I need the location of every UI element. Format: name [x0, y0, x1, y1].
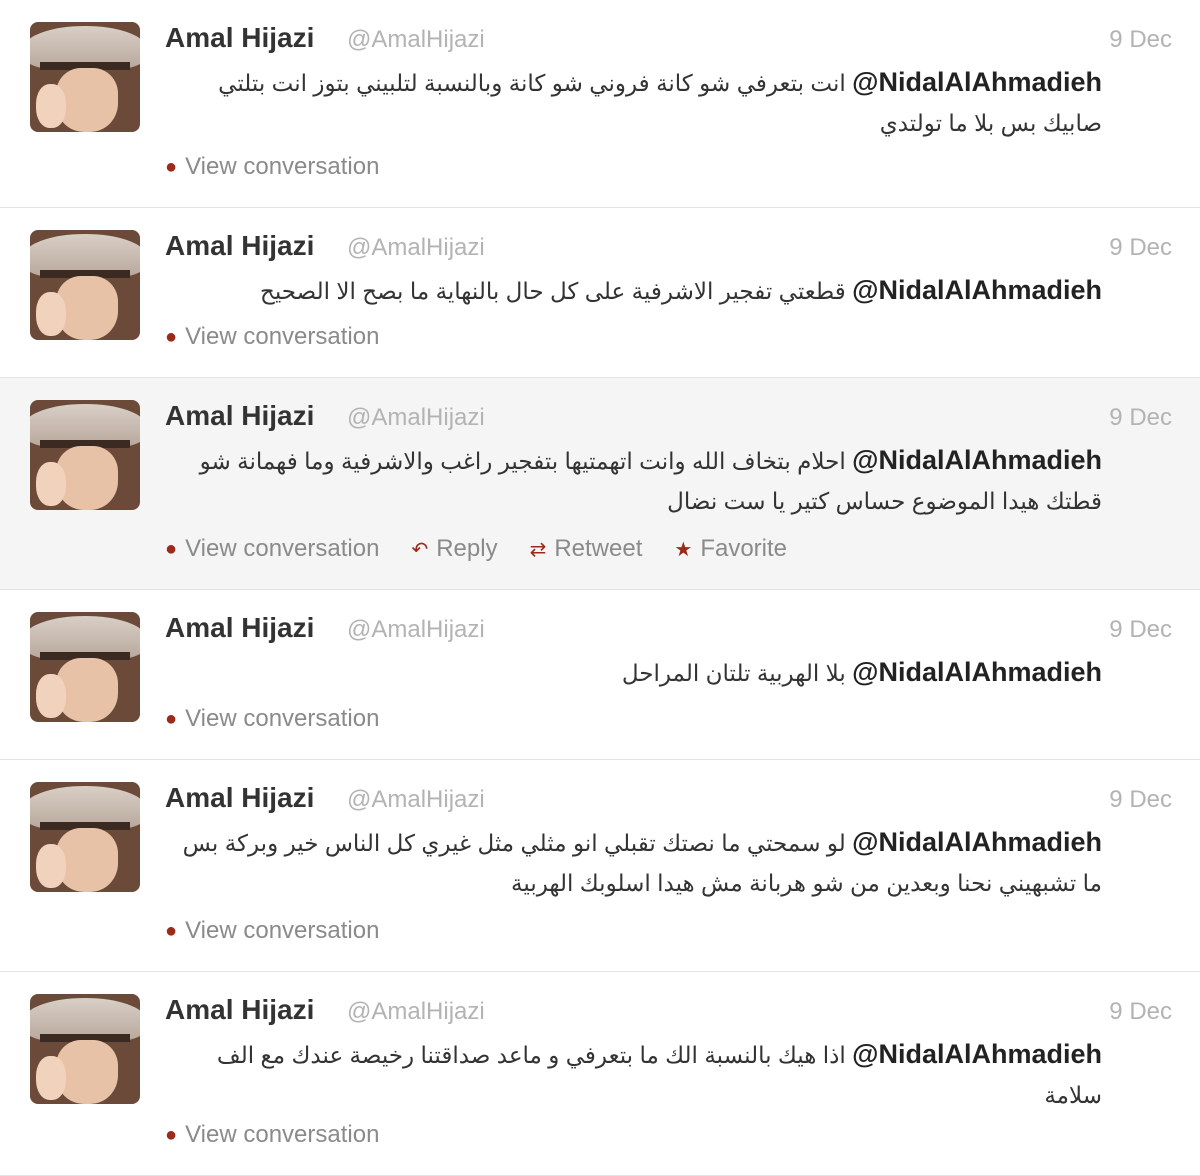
tweet-actions: ● View conversation	[165, 153, 411, 181]
retweet-action[interactable]: ⇄ Retweet	[530, 535, 643, 563]
mention-link[interactable]: @NidalAlAhmadieh	[852, 1039, 1102, 1069]
avatar[interactable]	[30, 400, 140, 510]
tweet-timestamp[interactable]: 9 Dec	[1109, 26, 1172, 54]
tweet-timestamp[interactable]: 9 Dec	[1109, 234, 1172, 262]
tweet-timestamp[interactable]: 9 Dec	[1109, 998, 1172, 1026]
avatar[interactable]	[30, 22, 140, 132]
tweet[interactable]: Amal Hijazi @AmalHijazi 9 Dec @NidalAlAh…	[0, 208, 1200, 378]
star-icon: ★	[674, 538, 693, 561]
user-handle[interactable]: @AmalHijazi	[347, 998, 485, 1026]
view-conversation-action[interactable]: ● View conversation	[165, 917, 379, 945]
avatar[interactable]	[30, 994, 140, 1104]
tweet-text: @NidalAlAhmadieh قطعتي تفجير الاشرفية عل…	[165, 270, 1102, 311]
mention-link[interactable]: @NidalAlAhmadieh	[852, 67, 1102, 97]
tweet[interactable]: Amal Hijazi @AmalHijazi 9 Dec @NidalAlAh…	[0, 0, 1200, 208]
reply-arrow-icon: ↶	[411, 538, 429, 561]
tweet[interactable]: Amal Hijazi @AmalHijazi 9 Dec @NidalAlAh…	[0, 378, 1200, 590]
avatar[interactable]	[30, 782, 140, 892]
user-handle[interactable]: @AmalHijazi	[347, 234, 485, 262]
tweet-text: @NidalAlAhmadieh بلا الهربية تلتان المرا…	[165, 652, 1102, 693]
mention-link[interactable]: @NidalAlAhmadieh	[852, 657, 1102, 687]
tweet-timestamp[interactable]: 9 Dec	[1109, 786, 1172, 814]
action-label: View conversation	[185, 705, 380, 732]
tweet[interactable]: Amal Hijazi @AmalHijazi 9 Dec @NidalAlAh…	[0, 972, 1200, 1176]
view-conversation-action[interactable]: ● View conversation	[165, 705, 379, 733]
user-name[interactable]: Amal Hijazi	[165, 782, 314, 814]
speech-bubble-icon: ●	[165, 325, 178, 348]
avatar[interactable]	[30, 230, 140, 340]
tweet-body: بلا الهربية تلتان المراحل	[621, 660, 846, 686]
user-handle[interactable]: @AmalHijazi	[347, 404, 485, 432]
user-handle[interactable]: @AmalHijazi	[347, 616, 485, 644]
user-name[interactable]: Amal Hijazi	[165, 22, 314, 54]
speech-bubble-icon: ●	[165, 155, 178, 178]
avatar[interactable]	[30, 612, 140, 722]
tweet-text: @NidalAlAhmadieh لو سمحتي ما نصتك تقبلي …	[165, 822, 1102, 903]
user-name[interactable]: Amal Hijazi	[165, 400, 314, 432]
user-name[interactable]: Amal Hijazi	[165, 612, 314, 644]
user-name[interactable]: Amal Hijazi	[165, 994, 314, 1026]
view-conversation-action[interactable]: ● View conversation	[165, 323, 379, 351]
view-conversation-action[interactable]: ● View conversation	[165, 1121, 379, 1149]
speech-bubble-icon: ●	[165, 919, 178, 942]
tweet-actions: ● View conversation	[165, 1121, 411, 1149]
tweet-actions: ● View conversation	[165, 917, 411, 945]
tweet-timestamp[interactable]: 9 Dec	[1109, 616, 1172, 644]
speech-bubble-icon: ●	[165, 1123, 178, 1146]
mention-link[interactable]: @NidalAlAhmadieh	[852, 827, 1102, 857]
tweet-body: قطعتي تفجير الاشرفية على كل حال بالنهاية…	[260, 278, 846, 304]
favorite-action[interactable]: ★ Favorite	[674, 535, 787, 563]
tweet[interactable]: Amal Hijazi @AmalHijazi 9 Dec @NidalAlAh…	[0, 760, 1200, 972]
user-handle[interactable]: @AmalHijazi	[347, 786, 485, 814]
view-conversation-action[interactable]: ● View conversation	[165, 153, 379, 181]
user-name[interactable]: Amal Hijazi	[165, 230, 314, 262]
action-label: View conversation	[185, 323, 380, 350]
action-label: Reply	[436, 535, 498, 562]
reply-action[interactable]: ↶ Reply	[411, 535, 497, 563]
action-label: View conversation	[185, 535, 380, 562]
tweet-feed: Amal Hijazi @AmalHijazi 9 Dec @NidalAlAh…	[0, 0, 1200, 1176]
speech-bubble-icon: ●	[165, 537, 178, 560]
retweet-icon: ⇄	[529, 538, 547, 561]
tweet-timestamp[interactable]: 9 Dec	[1109, 404, 1172, 432]
action-label: View conversation	[185, 153, 380, 180]
tweet-actions: ● View conversation	[165, 705, 411, 733]
tweet[interactable]: Amal Hijazi @AmalHijazi 9 Dec @NidalAlAh…	[0, 590, 1200, 760]
tweet-actions: ● View conversation ↶ Reply ⇄ Retweet ★ …	[165, 535, 819, 563]
mention-link[interactable]: @NidalAlAhmadieh	[852, 275, 1102, 305]
speech-bubble-icon: ●	[165, 707, 178, 730]
tweet-text: @NidalAlAhmadieh انت بتعرفي شو كانة فرون…	[165, 62, 1102, 143]
tweet-text: @NidalAlAhmadieh احلام بتخاف الله وانت ا…	[165, 440, 1102, 521]
view-conversation-action[interactable]: ● View conversation	[165, 535, 379, 563]
action-label: Retweet	[554, 535, 643, 562]
tweet-actions: ● View conversation	[165, 323, 411, 351]
tweet-text: @NidalAlAhmadieh اذا هيك بالنسبة الك ما …	[165, 1034, 1102, 1115]
action-label: Favorite	[700, 535, 788, 562]
user-handle[interactable]: @AmalHijazi	[347, 26, 485, 54]
mention-link[interactable]: @NidalAlAhmadieh	[852, 445, 1102, 475]
action-label: View conversation	[185, 917, 380, 944]
action-label: View conversation	[185, 1121, 380, 1148]
